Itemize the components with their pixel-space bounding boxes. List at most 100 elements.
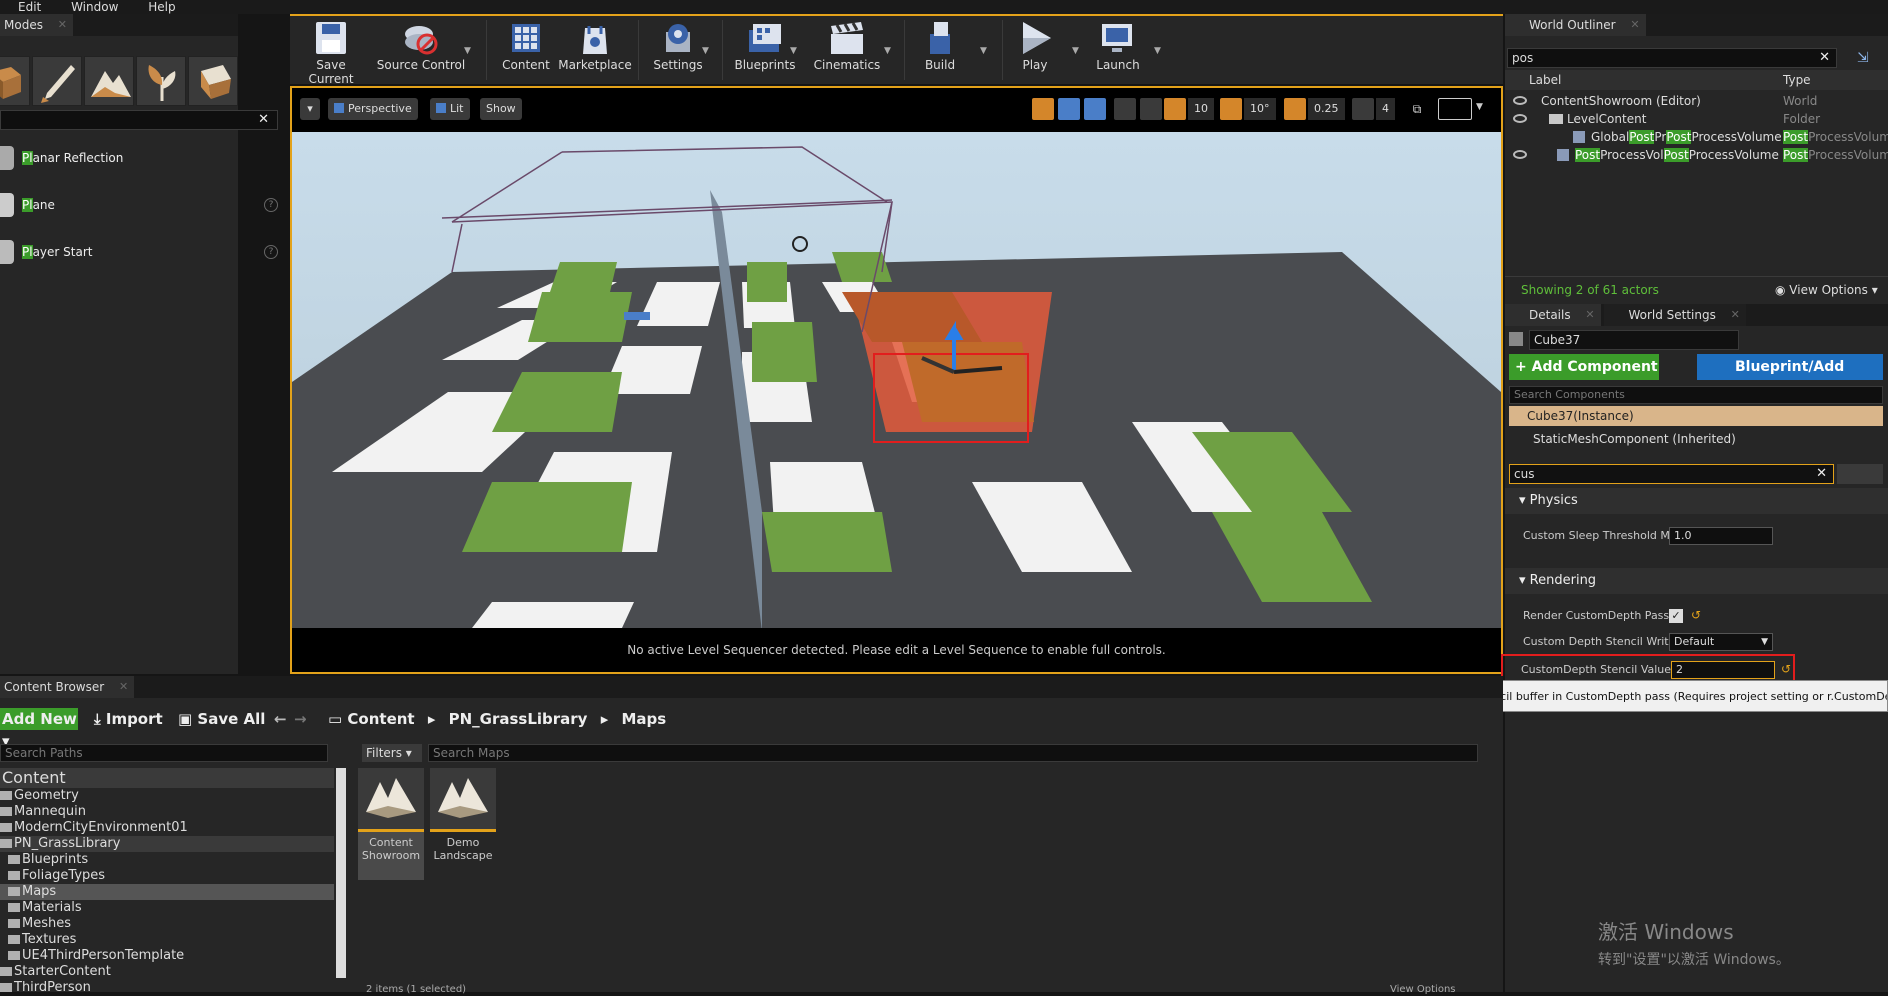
translate-mode-icon[interactable] — [1032, 98, 1054, 120]
tab-content-browser[interactable]: Content Browser ✕ — [0, 676, 135, 698]
place-item-plane[interactable]: Plane ? — [0, 187, 282, 223]
paint-mode-button[interactable] — [32, 56, 82, 106]
play-button[interactable]: Play — [1010, 20, 1060, 72]
render-custom-depth-checkbox[interactable]: ✓ — [1669, 609, 1683, 623]
tree-item[interactable]: FoliageTypes — [0, 868, 334, 884]
chevron-down-icon[interactable]: ▼ — [884, 46, 891, 56]
stencil-value-input[interactable]: 2 — [1671, 661, 1775, 679]
modes-search-input[interactable]: ✕ — [0, 110, 278, 130]
menu-help[interactable]: Help — [130, 0, 183, 14]
place-item-planar-reflection[interactable]: Planar Reflection — [0, 140, 282, 176]
rotation-snap-icon[interactable] — [1220, 98, 1242, 120]
tab-modes[interactable]: Modes ✕ — [0, 14, 73, 36]
geometry-mode-button[interactable] — [188, 56, 238, 106]
instance-row[interactable]: Cube37(Instance) — [1509, 406, 1883, 426]
chevron-down-icon[interactable]: ▼ — [980, 46, 987, 56]
landscape-mode-button[interactable] — [84, 56, 134, 106]
close-icon[interactable]: ✕ — [1731, 304, 1740, 326]
reset-to-default-icon[interactable]: ↺ — [1781, 662, 1791, 676]
asset-content-showroom[interactable]: Content Showroom — [358, 768, 424, 880]
chevron-down-icon[interactable]: ▼ — [1072, 46, 1079, 56]
close-icon[interactable]: ✕ — [1585, 304, 1594, 326]
tab-world-settings[interactable]: World Settings ✕ — [1604, 304, 1746, 326]
filters-button[interactable]: Filters ▾ — [362, 744, 422, 762]
scale-snap-icon[interactable] — [1284, 98, 1306, 120]
search-components-input[interactable]: Search Components — [1509, 386, 1883, 404]
build-button[interactable]: Build — [912, 20, 968, 72]
close-icon[interactable]: ✕ — [58, 14, 67, 36]
scale-mode-icon[interactable] — [1084, 98, 1106, 120]
viewport-options-button[interactable]: ▾ — [300, 98, 320, 120]
tree-item-content[interactable]: Content — [0, 768, 334, 788]
add-component-button[interactable]: + Add Component — [1509, 354, 1659, 380]
camera-speed-value[interactable]: 4 — [1376, 98, 1395, 120]
search-paths-input[interactable]: Search Paths — [0, 744, 328, 762]
foliage-mode-button[interactable] — [136, 56, 186, 106]
visibility-eye-icon[interactable] — [1513, 114, 1527, 123]
chevron-right-icon[interactable]: ▸ — [428, 710, 436, 728]
content-button[interactable]: Content — [496, 20, 556, 72]
history-back-button[interactable]: ← — [274, 708, 287, 730]
tree-item[interactable]: Blueprints — [0, 852, 334, 868]
add-new-button[interactable]: Add New ▾ — [0, 708, 78, 750]
source-control-button[interactable]: Source Control — [376, 20, 466, 72]
outliner-search-input[interactable]: pos ✕ — [1507, 48, 1837, 68]
grid-snap-icon[interactable] — [1164, 98, 1186, 120]
reset-to-default-icon[interactable]: ↺ — [1691, 608, 1701, 622]
details-filter-input[interactable]: cus ✕ — [1509, 464, 1834, 484]
outliner-row[interactable]: PostProcessVolPostProcessVolume PostProc… — [1505, 146, 1888, 164]
tree-item[interactable]: Geometry — [0, 788, 334, 804]
maximize-viewport-icon[interactable]: ⧉ — [1406, 98, 1428, 120]
tree-item-selected[interactable]: Maps — [0, 884, 334, 900]
add-actor-icon[interactable]: ⇲ — [1857, 50, 1869, 66]
world-local-icon[interactable] — [1114, 98, 1136, 120]
tree-item[interactable]: StarterContent — [0, 964, 334, 980]
clear-search-icon[interactable]: ✕ — [1819, 49, 1830, 67]
chevron-right-icon[interactable]: ▸ — [601, 710, 609, 728]
visibility-eye-icon[interactable] — [1513, 96, 1527, 105]
import-button[interactable]: ⤓ Import — [94, 708, 163, 730]
rendering-section-header[interactable]: ▾ Rendering — [1505, 568, 1888, 594]
sleep-threshold-input[interactable]: 1.0 — [1669, 527, 1773, 545]
menu-window[interactable]: Window — [53, 0, 126, 14]
breadcrumb-content[interactable]: Content — [347, 710, 414, 728]
viewport-scene[interactable] — [292, 132, 1501, 628]
chevron-down-icon[interactable]: ▼ — [464, 46, 471, 56]
clear-filter-icon[interactable]: ✕ — [1816, 465, 1827, 483]
rotation-snap-value[interactable]: 10° — [1244, 98, 1276, 120]
help-icon[interactable]: ? — [264, 245, 278, 259]
perspective-button[interactable]: Perspective — [328, 98, 418, 120]
layout-icon[interactable] — [1438, 98, 1472, 120]
stencil-write-select[interactable]: Default ▼ — [1669, 633, 1773, 651]
tree-scrollbar[interactable] — [336, 768, 346, 978]
search-maps-input[interactable]: Search Maps — [428, 744, 1478, 762]
clear-search-icon[interactable]: ✕ — [258, 111, 269, 129]
scale-snap-value[interactable]: 0.25 — [1308, 98, 1345, 120]
place-item-player-start[interactable]: Player Start ? — [0, 234, 282, 270]
history-forward-button[interactable]: → — [294, 708, 307, 730]
launch-button[interactable]: Launch — [1088, 20, 1148, 72]
tree-item[interactable]: PN_GrassLibrary — [0, 836, 334, 852]
save-all-button[interactable]: ▣ Save All — [178, 708, 265, 730]
visibility-eye-icon[interactable] — [1513, 150, 1527, 159]
tree-item[interactable]: Mannequin — [0, 804, 334, 820]
settings-button[interactable]: Settings — [646, 20, 710, 72]
place-mode-button[interactable] — [0, 56, 30, 106]
tree-item[interactable]: Meshes — [0, 916, 334, 932]
outliner-row[interactable]: ContentShowroom (Editor) World — [1505, 92, 1888, 110]
tab-details[interactable]: Details ✕ — [1505, 304, 1601, 326]
blueprint-add-script-button[interactable]: Blueprint/Add Script — [1697, 354, 1883, 401]
chevron-down-icon[interactable]: ▼ — [1476, 102, 1483, 112]
close-icon[interactable]: ✕ — [1630, 14, 1639, 36]
show-button[interactable]: Show — [480, 98, 522, 120]
physics-section-header[interactable]: ▾ Physics — [1505, 488, 1888, 514]
asset-demo-landscape[interactable]: Demo Landscape — [430, 768, 496, 880]
tree-item[interactable]: Textures — [0, 932, 334, 948]
tab-world-outliner[interactable]: World Outliner ✕ — [1505, 14, 1646, 36]
tree-item[interactable]: ModernCityEnvironment01 — [0, 820, 334, 836]
column-label[interactable]: Label — [1529, 70, 1561, 90]
breadcrumb-grasslibrary[interactable]: PN_GrassLibrary — [449, 710, 588, 728]
chevron-down-icon[interactable]: ▼ — [790, 46, 797, 56]
actor-name-field[interactable]: Cube37 — [1529, 330, 1739, 350]
camera-speed-icon[interactable] — [1352, 98, 1374, 120]
